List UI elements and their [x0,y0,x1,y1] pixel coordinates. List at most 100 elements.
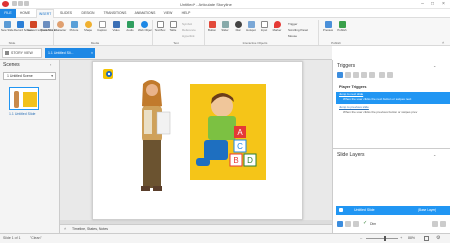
layer-order-up-icon[interactable] [432,221,438,227]
publish-button[interactable]: Publish [336,20,348,40]
text-box-button[interactable]: Text Box [154,20,166,40]
quick-screen-button[interactable]: Quick Screen [40,20,57,40]
slider-button[interactable]: Slider [219,20,231,40]
scrolling-panel-option[interactable]: Scrolling Panel [288,28,308,32]
dial-button[interactable]: Dial [232,20,244,40]
slide-thumbnail[interactable] [9,87,39,110]
new-layer-icon[interactable] [337,221,343,227]
svg-text:D: D [247,156,253,165]
close-tab-icon[interactable]: × [91,48,93,58]
svg-text:A: A [237,128,243,137]
scenes-collapse-icon[interactable]: ‹ [50,62,51,67]
base-layer-row[interactable]: Untitled Slide (Base Layer) [336,206,450,215]
close-button[interactable]: × [439,1,448,7]
copy-trigger-icon[interactable] [353,72,359,78]
move-up-icon[interactable] [379,72,385,78]
boy-blocks-picture[interactable]: A C B D [190,84,266,180]
minimize-button[interactable]: – [418,1,427,7]
symbol-option[interactable]: Symbol [182,22,192,26]
zoom-in-button[interactable]: + [400,235,402,240]
character-button[interactable]: Character [54,20,66,40]
caption-button[interactable]: Caption [96,20,108,40]
base-layer-name: Untitled Slide [354,208,375,212]
group-separator [318,20,319,45]
status-bar: Slide 1 of 1 "Clean" – + 88% ⚙ [0,233,450,243]
table-button[interactable]: Table [167,20,179,40]
text-box-icon [156,21,164,28]
button-object-icon [208,21,216,28]
button-object-button[interactable]: Button [206,20,218,40]
trigger-option[interactable]: Trigger [288,22,297,26]
picture-button[interactable]: Picture [68,20,80,40]
duplicate-layer-icon[interactable] [345,221,351,227]
slide-layers-collapse-icon[interactable]: ⌄ [433,152,436,157]
new-trigger-icon[interactable] [337,72,343,78]
undo-icon[interactable] [18,1,23,6]
scene-dropdown[interactable]: 1 Untitled Scene ▾ [3,72,56,80]
story-view-tab[interactable]: STORY VIEW [2,48,42,58]
tab-insert[interactable]: INSERT [36,9,54,18]
marker-button[interactable]: Marker [271,20,283,40]
powerpoint-icon [29,21,37,28]
picture-icon [70,21,78,28]
tab-home[interactable]: HOME [18,9,32,18]
move-down-icon[interactable] [387,72,393,78]
tab-design[interactable]: DESIGN [80,9,96,18]
redo-icon[interactable] [24,1,29,6]
check-icon[interactable]: ✓ [363,220,367,226]
slide-thumbnail-label: 1.1 Untitled Slide [9,112,36,116]
trigger-item[interactable]: Jump to previous slide When the user cli… [336,105,450,117]
tab-help[interactable]: HELP [180,9,192,18]
tab-view[interactable]: VIEW [162,9,174,18]
publish-icon [338,21,346,28]
panel-divider[interactable] [333,148,450,149]
maximize-button[interactable]: □ [428,1,437,7]
mouse-option[interactable]: Mouse [288,34,297,38]
player-triggers-heading: Player Triggers [339,85,367,89]
zoom-slider-thumb[interactable] [384,236,386,241]
edit-trigger-icon[interactable] [345,72,351,78]
tab-transitions[interactable]: TRANSITIONS [102,9,128,18]
slide-tab[interactable]: 1.1 Untitled Sli... × [45,48,95,58]
quick-screen-icon [42,21,50,28]
reference-option[interactable]: Reference [182,28,196,32]
video-button[interactable]: Video [110,20,122,40]
story-view-icon [5,51,9,55]
layers-toolbar: ✓ Dim [336,220,450,228]
layer-order-down-icon[interactable] [440,221,446,227]
paste-trigger-icon[interactable] [361,72,367,78]
thumbnail-woman-figure [14,91,19,108]
save-icon[interactable] [12,1,17,6]
tab-file[interactable]: FILE [0,9,16,18]
new-slide-button[interactable]: New Slide [1,20,14,40]
table-icon [169,21,177,28]
collapse-ribbon-icon[interactable]: ˄ [442,40,444,45]
fit-to-window-icon[interactable] [424,236,429,241]
zoom-out-button[interactable]: – [360,235,362,240]
record-screen-button[interactable]: Record Screen [14,20,33,40]
trigger-item[interactable]: Jump to next slide When the user clicks … [336,92,450,104]
shape-button[interactable]: Shape [82,20,94,40]
new-slide-icon [3,21,11,28]
tab-slides[interactable]: SLIDES [58,9,74,18]
settings-icon[interactable]: ⚙ [436,235,440,241]
preview-button[interactable]: Preview [322,20,334,40]
woman-character[interactable] [133,76,173,198]
slide-canvas[interactable]: A C B D [92,61,303,220]
convert-to-powerpoint-button[interactable]: Convert to PowerPoint [27,20,55,40]
delete-layer-icon[interactable] [353,221,359,227]
hotspot-icon [247,21,255,28]
timeline-bar[interactable]: ˄ Timeline, States, Notes [60,224,332,233]
delete-trigger-icon[interactable] [369,72,375,78]
layer-visibility-icon[interactable] [339,208,343,212]
hyperlink-option[interactable]: Hyperlink [182,34,195,38]
web-object-icon [140,21,148,28]
audio-button[interactable]: Audio [124,20,136,40]
triggers-collapse-icon[interactable]: ⌄ [433,63,436,68]
zoom-slider[interactable] [366,238,398,239]
web-object-button[interactable]: Web Object [138,20,153,40]
camera-icon[interactable] [102,68,114,80]
tab-animations[interactable]: ANIMATIONS [132,9,158,18]
input-button[interactable]: Input [258,20,270,40]
hotspot-button[interactable]: Hotspot [245,20,257,40]
